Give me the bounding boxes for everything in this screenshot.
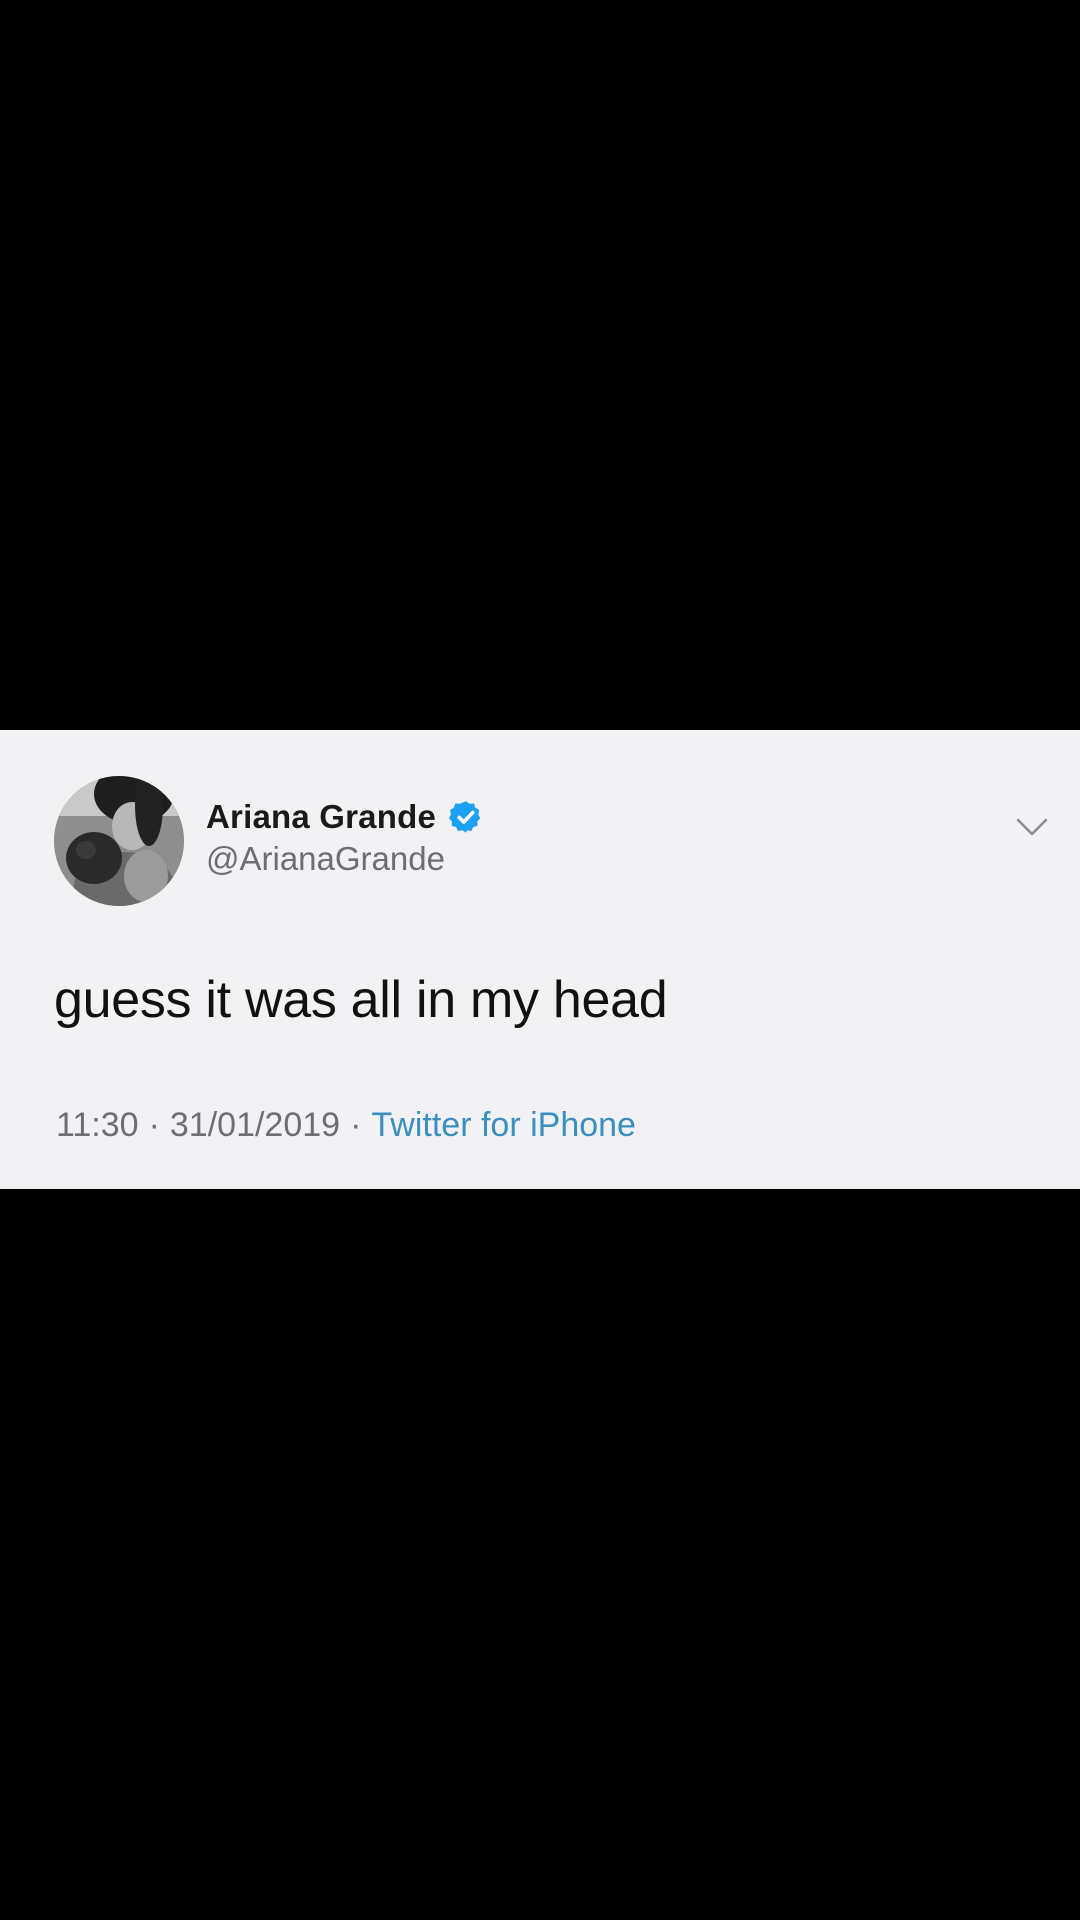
verified-badge-icon <box>448 799 484 835</box>
meta-separator: · <box>148 1106 160 1144</box>
chevron-down-icon[interactable] <box>1012 810 1052 842</box>
display-name-row[interactable]: Ariana Grande <box>206 795 484 839</box>
display-name[interactable]: Ariana Grande <box>206 798 436 836</box>
handle[interactable]: @ArianaGrande <box>206 840 445 878</box>
tweet-source-link[interactable]: Twitter for iPhone <box>371 1106 636 1145</box>
tweet-time[interactable]: 11:30 <box>56 1106 139 1145</box>
avatar[interactable] <box>54 776 184 906</box>
top-black-bar <box>0 0 1080 730</box>
meta-separator: · <box>350 1106 362 1144</box>
avatar-photo <box>54 776 184 906</box>
tweet-meta: 11:30 · 31/01/2019 · Twitter for iPhone <box>56 1106 636 1145</box>
tweet-text: guess it was all in my head <box>54 971 668 1029</box>
bottom-black-bar <box>0 1189 1080 1920</box>
tweet-date[interactable]: 31/01/2019 <box>170 1106 340 1145</box>
tweet-card: Ariana Grande @ArianaGrande guess it was… <box>0 730 1080 1189</box>
